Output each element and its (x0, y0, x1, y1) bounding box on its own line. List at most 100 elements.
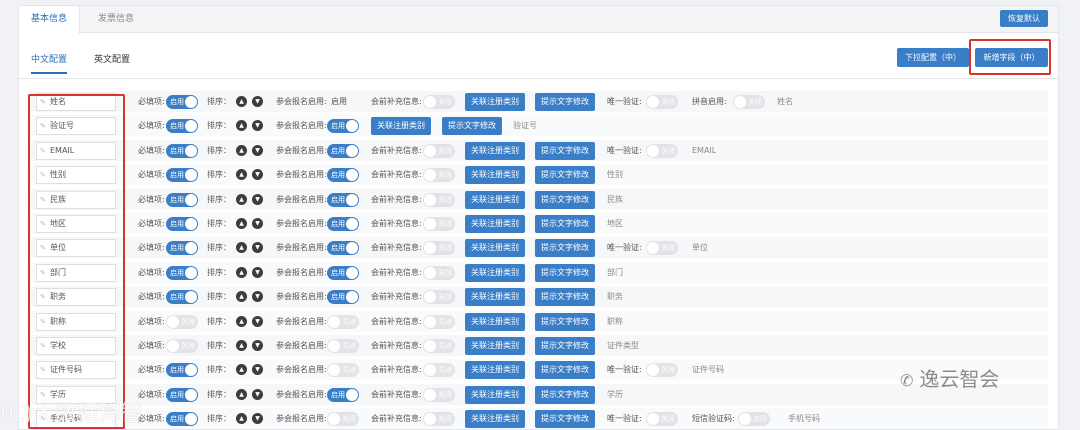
link-category-button[interactable]: 关联注册类别 (465, 190, 525, 209)
edit-icon[interactable]: ✎ (40, 192, 46, 208)
hint-text-button[interactable]: 提示文字修改 (535, 410, 595, 429)
unique-toggle[interactable]: 关闭 (646, 363, 678, 378)
pre-add-toggle[interactable]: 关闭 (423, 168, 455, 183)
edit-icon[interactable]: ✎ (40, 167, 46, 183)
required-toggle[interactable]: 启用 (166, 412, 198, 427)
required-toggle[interactable]: 启用 (166, 387, 198, 402)
link-category-button[interactable]: 关联注册类别 (465, 361, 525, 380)
sort-up-icon[interactable]: ▲ (236, 364, 247, 376)
pre-add-toggle[interactable]: 关闭 (423, 339, 455, 353)
required-toggle[interactable]: 关闭 (166, 314, 198, 329)
field-name-box[interactable]: ✎ 单位 (36, 239, 116, 258)
field-name-box[interactable]: ✎ 学校 (36, 337, 116, 355)
sort-up-icon[interactable]: ▲ (236, 242, 247, 254)
required-toggle[interactable]: 启用 (166, 192, 198, 207)
enroll-toggle[interactable]: 关闭 (327, 412, 359, 427)
edit-icon[interactable]: ✎ (40, 94, 46, 110)
hint-text-button[interactable]: 提示文字修改 (535, 385, 595, 404)
hint-text-button[interactable]: 提示文字修改 (535, 190, 595, 209)
enroll-toggle[interactable]: 启用 (327, 168, 359, 183)
required-toggle[interactable]: 启用 (166, 290, 198, 305)
field-name-box[interactable]: ✎ EMAIL (36, 141, 116, 160)
field-name-box[interactable]: ✎ 证件号码 (36, 361, 116, 380)
sort-up-icon[interactable]: ▲ (236, 120, 247, 132)
dropdown-config-button[interactable]: 下拉配置（中） (897, 48, 969, 67)
unique-toggle[interactable]: 关闭 (646, 412, 678, 427)
sort-down-icon[interactable]: ▼ (252, 169, 263, 181)
sort-up-icon[interactable]: ▲ (236, 96, 247, 107)
link-category-button[interactable]: 关联注册类别 (465, 312, 525, 331)
edit-icon[interactable]: ✎ (40, 314, 46, 330)
sort-up-icon[interactable]: ▲ (236, 169, 247, 181)
link-category-button[interactable]: 关联注册类别 (465, 239, 525, 258)
edit-icon[interactable]: ✎ (40, 216, 46, 232)
hint-text-button[interactable]: 提示文字修改 (535, 93, 595, 111)
enroll-toggle[interactable]: 启用 (327, 192, 359, 207)
sort-up-icon[interactable]: ▲ (236, 340, 247, 351)
sort-down-icon[interactable]: ▼ (252, 96, 263, 107)
tab-english-config[interactable]: 英文配置 (94, 52, 130, 72)
hint-text-button[interactable]: 提示文字修改 (535, 361, 595, 380)
pre-add-toggle[interactable]: 关闭 (423, 387, 455, 402)
sort-down-icon[interactable]: ▼ (252, 340, 263, 351)
enroll-toggle[interactable]: 启用 (327, 241, 359, 256)
field-name-box[interactable]: ✎ 职称 (36, 312, 116, 331)
required-toggle[interactable]: 关闭 (166, 339, 198, 353)
hint-text-button[interactable]: 提示文字修改 (535, 337, 595, 355)
required-toggle[interactable]: 启用 (166, 265, 198, 280)
tab-chinese-config[interactable]: 中文配置 (31, 52, 68, 74)
link-category-button[interactable]: 关联注册类别 (465, 166, 525, 185)
enroll-toggle[interactable]: 启用 (327, 290, 359, 305)
pre-add-toggle[interactable]: 关闭 (423, 217, 455, 231)
tab-basic-info[interactable]: 基本信息 (19, 6, 81, 34)
pre-add-toggle[interactable]: 关闭 (423, 314, 455, 329)
sort-up-icon[interactable]: ▲ (236, 413, 247, 425)
sort-up-icon[interactable]: ▲ (236, 266, 247, 278)
pre-add-toggle[interactable]: 关闭 (423, 290, 455, 305)
hint-text-button[interactable]: 提示文字修改 (535, 166, 595, 185)
sort-down-icon[interactable]: ▼ (252, 120, 263, 132)
enroll-toggle[interactable]: 启用 (327, 143, 359, 158)
field-name-box[interactable]: ✎ 职务 (36, 288, 116, 307)
link-category-button[interactable]: 关联注册类别 (465, 215, 525, 233)
required-toggle[interactable]: 启用 (166, 119, 198, 134)
pre-add-toggle[interactable]: 关闭 (423, 192, 455, 207)
enroll-toggle[interactable]: 启用 (327, 217, 359, 231)
hint-text-button[interactable]: 提示文字修改 (535, 288, 595, 307)
sort-down-icon[interactable]: ▼ (252, 193, 263, 205)
enroll-toggle[interactable]: 关闭 (327, 339, 359, 353)
sort-down-icon[interactable]: ▼ (252, 315, 263, 327)
pre-add-toggle[interactable]: 关闭 (423, 412, 455, 427)
hint-text-button[interactable]: 提示文字修改 (442, 117, 502, 136)
enroll-toggle[interactable]: 关闭 (327, 314, 359, 329)
edit-icon[interactable]: ✎ (40, 240, 46, 256)
sort-down-icon[interactable]: ▼ (252, 242, 263, 254)
sort-down-icon[interactable]: ▼ (252, 413, 263, 425)
link-category-button[interactable]: 关联注册类别 (465, 337, 525, 355)
required-toggle[interactable]: 启用 (166, 168, 198, 183)
tab-invoice-info[interactable]: 发票信息 (86, 6, 146, 33)
sort-down-icon[interactable]: ▼ (252, 266, 263, 278)
sort-up-icon[interactable]: ▲ (236, 388, 247, 400)
unique-toggle[interactable]: 关闭 (646, 95, 678, 109)
sort-down-icon[interactable]: ▼ (252, 218, 263, 229)
edit-icon[interactable]: ✎ (40, 118, 46, 134)
field-name-box[interactable]: ✎ 性别 (36, 166, 116, 185)
sort-up-icon[interactable]: ▲ (236, 193, 247, 205)
link-category-button[interactable]: 关联注册类别 (465, 288, 525, 307)
pre-add-toggle[interactable]: 关闭 (423, 241, 455, 256)
hint-text-button[interactable]: 提示文字修改 (535, 239, 595, 258)
hint-text-button[interactable]: 提示文字修改 (535, 141, 595, 160)
link-category-button[interactable]: 关联注册类别 (465, 410, 525, 429)
enroll-toggle[interactable]: 启用 (327, 119, 359, 134)
link-category-button[interactable]: 关联注册类别 (465, 141, 525, 160)
enroll-toggle[interactable]: 启用 (327, 387, 359, 402)
hint-text-button[interactable]: 提示文字修改 (535, 215, 595, 233)
required-toggle[interactable]: 启用 (166, 143, 198, 158)
field-name-box[interactable]: ✎ 地区 (36, 215, 116, 233)
hint-text-button[interactable]: 提示文字修改 (535, 263, 595, 282)
field-name-box[interactable]: ✎ 姓名 (36, 93, 116, 111)
sms-toggle[interactable]: 关闭 (738, 412, 770, 427)
sort-up-icon[interactable]: ▲ (236, 218, 247, 229)
add-field-button[interactable]: 新增字段（中） (975, 48, 1048, 67)
